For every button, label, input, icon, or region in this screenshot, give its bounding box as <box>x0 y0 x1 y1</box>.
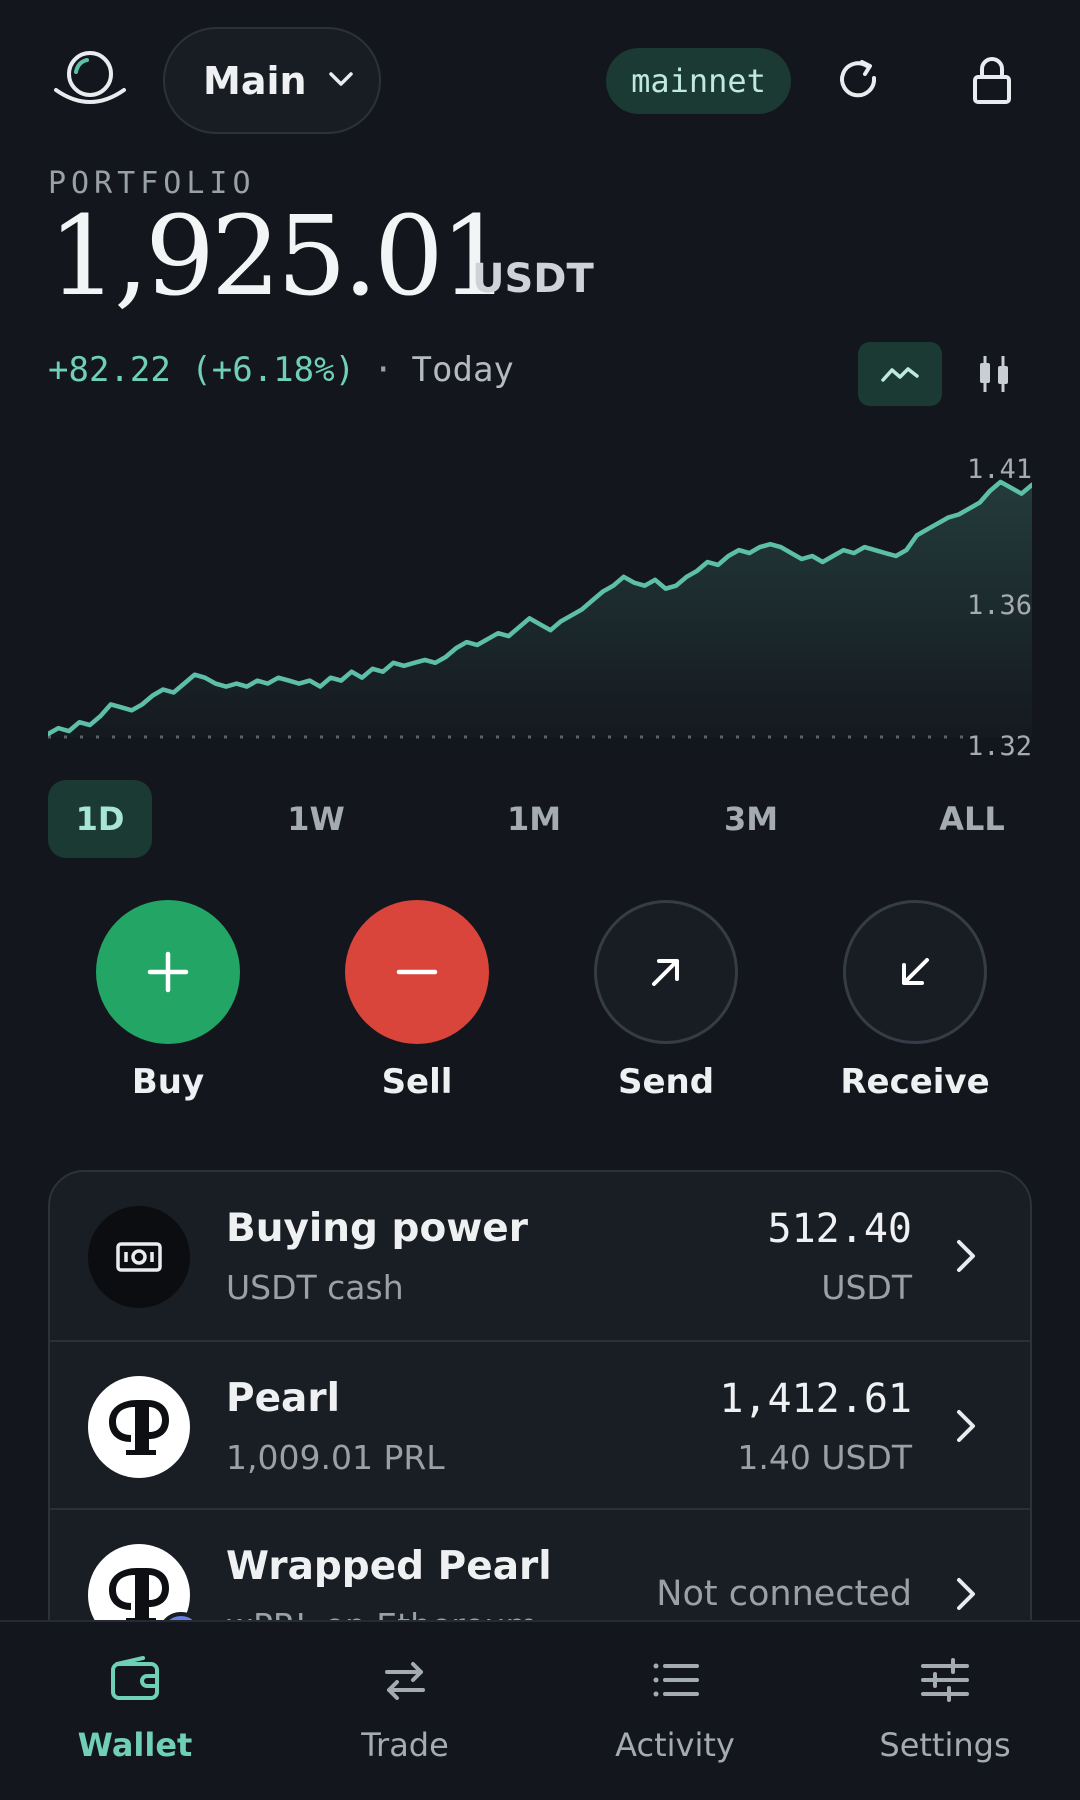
asset-row-pearl[interactable]: Pearl 1,009.01 PRL 1,412.61 1.40 USDT <box>50 1340 1030 1508</box>
chevron-down-icon <box>327 69 355 93</box>
asset-value-unit: USDT <box>821 1268 912 1307</box>
arrow-up-right-icon <box>652 959 679 986</box>
account-label: Main <box>203 58 307 103</box>
range-tab-1m[interactable]: 1M <box>484 780 584 858</box>
sliders-icon <box>921 1658 969 1702</box>
list-icon <box>653 1663 699 1697</box>
bottom-nav: Wallet Trade Activity Settings <box>0 1620 1080 1800</box>
range-tab-1d[interactable]: 1D <box>48 780 152 858</box>
change-period: Today <box>411 350 514 390</box>
wallet-icon <box>111 1656 159 1700</box>
y-tick-label-mid: 1.36 <box>967 590 1032 621</box>
cash-icon <box>88 1206 190 1308</box>
nav-label: Wallet <box>77 1726 193 1764</box>
balance-unit: USDT <box>472 256 594 302</box>
network-badge[interactable]: mainnet <box>606 48 791 114</box>
buy-button[interactable] <box>96 900 240 1044</box>
nav-label: Trade <box>361 1726 449 1764</box>
send-button[interactable] <box>594 900 738 1044</box>
portfolio-balance: 1,925.01 <box>48 192 510 320</box>
swap-icon <box>385 1662 425 1700</box>
chevron-right-icon <box>957 1578 975 1610</box>
line-chart-icon <box>881 367 919 382</box>
pearl-logo <box>88 1376 190 1478</box>
minus-icon <box>396 969 438 975</box>
sell-button[interactable] <box>345 900 489 1044</box>
price-chart[interactable]: 1.41 1.36 1.32 <box>45 440 1035 770</box>
change-value: +82.22 (+6.18%) <box>48 350 356 390</box>
y-tick-label-top: 1.41 <box>967 454 1032 485</box>
range-tab-all[interactable]: ALL <box>922 780 1022 858</box>
asset-name: Pearl <box>226 1376 340 1421</box>
chevron-right-icon <box>957 1410 975 1442</box>
asset-value: 1,412.61 <box>719 1376 912 1422</box>
range-tab-3m[interactable]: 3M <box>701 780 801 858</box>
candlestick-icon <box>980 356 1008 392</box>
nav-wallet[interactable]: Wallet <box>35 1652 235 1782</box>
nav-activity[interactable]: Activity <box>575 1652 775 1782</box>
refresh-icon[interactable] <box>826 48 890 112</box>
asset-subtitle: 1,009.01 PRL <box>226 1438 445 1477</box>
asset-list: Buying power USDT cash 512.40 USDT Pearl… <box>48 1170 1032 1670</box>
y-tick-label-bottom: 1.32 <box>967 731 1032 762</box>
connection-status: Not connected <box>656 1574 912 1614</box>
nav-trade[interactable]: Trade <box>305 1652 505 1782</box>
nav-label: Activity <box>615 1726 735 1764</box>
receive-button[interactable] <box>843 900 987 1044</box>
asset-row-buying-power[interactable]: Buying power USDT cash 512.40 USDT <box>50 1172 1030 1340</box>
range-tab-1w[interactable]: 1W <box>266 780 366 858</box>
nav-settings[interactable]: Settings <box>845 1652 1045 1782</box>
asset-value: 512.40 <box>767 1206 913 1252</box>
send-label: Send <box>617 1062 715 1102</box>
change-separator: · <box>373 350 394 390</box>
buy-label: Buy <box>131 1062 205 1102</box>
receive-label: Receive <box>840 1062 990 1102</box>
candlestick-chart-toggle[interactable] <box>962 342 1026 406</box>
account-selector[interactable]: Main <box>163 27 381 134</box>
asset-name: Wrapped Pearl <box>226 1544 552 1589</box>
asset-price: 1.40 USDT <box>737 1438 912 1477</box>
app-logo <box>52 48 128 110</box>
line-chart-toggle[interactable] <box>858 342 942 406</box>
nav-label: Settings <box>879 1726 1011 1764</box>
change-summary: +82.22 (+6.18%) · Today <box>48 350 514 390</box>
lock-icon[interactable] <box>960 48 1024 112</box>
chart-area <box>48 481 1032 737</box>
asset-subtitle: USDT cash <box>226 1268 404 1307</box>
asset-name: Buying power <box>226 1206 528 1251</box>
chevron-right-icon <box>957 1240 975 1272</box>
sell-label: Sell <box>381 1062 453 1102</box>
plus-icon <box>147 951 189 993</box>
arrow-down-left-icon <box>902 958 929 985</box>
